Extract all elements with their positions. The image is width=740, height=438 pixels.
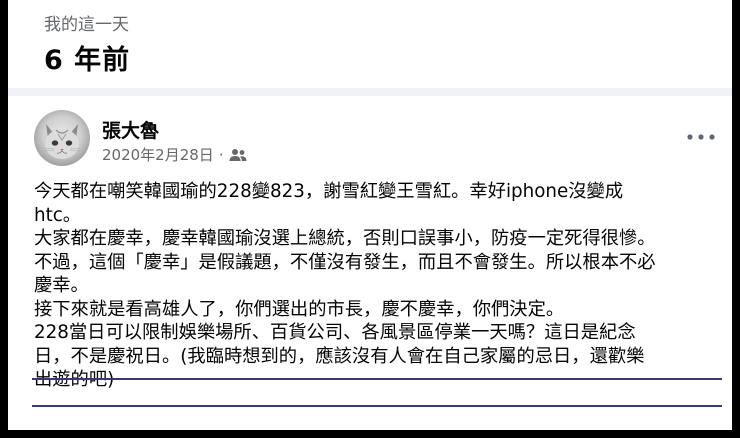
post-text: 今天都在嘲笑韓國瑜的228變823，謝雪紅變王雪紅。幸好iphone沒變成 ht… [34, 180, 724, 392]
highlight-underline [32, 378, 722, 380]
post-date[interactable]: 2020年2月28日 [102, 144, 214, 165]
memory-years-ago-title: 6 年前 [44, 45, 131, 76]
post-line: htc。 [34, 204, 82, 226]
highlight-underline [32, 405, 722, 407]
friends-icon[interactable] [229, 148, 247, 162]
post-line: 不過，這個「慶幸」是假議題，不僅沒有發生，而且不會發生。所以根本不必 [34, 251, 656, 273]
more-options-icon [687, 134, 715, 140]
post-card: 張大魯 2020年2月28日 · 今天都在嘲笑韓國瑜的228變823，謝雪紅變王… [8, 96, 732, 430]
post-line: 日，不是慶祝日。(我臨時想到的，應該沒有人會在自己家屬的忌日，還歡樂 [34, 345, 645, 367]
post-line: 慶幸。 [34, 275, 89, 296]
post-line: 大家都在慶幸，慶幸韓國瑜沒選上總統，否則口誤事小，防疫一定死得很慘。 [34, 228, 656, 249]
post-meta: 2020年2月28日 · [102, 144, 247, 165]
post-line: 接下來就是看高雄人了，你們選出的市長，慶不慶幸，你們決定。 [34, 298, 565, 320]
memory-label: 我的這一天 [44, 15, 129, 35]
author-name[interactable]: 張大魯 [102, 116, 159, 143]
cat-face-icon [43, 124, 81, 159]
more-options-button[interactable] [684, 128, 718, 146]
memory-header: 我的這一天 6 年前 [8, 0, 732, 88]
post-line: 228當日可以限制娛樂場所、百貨公司、各風景區停業一天嗎？這日是紀念 [34, 322, 636, 343]
screenshot-frame: 我的這一天 6 年前 張大魯 2020年2月28日 · 今天都在嘲笑韓國瑜的22… [8, 0, 732, 430]
avatar[interactable] [34, 110, 90, 166]
meta-separator: · [218, 145, 224, 164]
post-line: 今天都在嘲笑韓國瑜的228變823，謝雪紅變王雪紅。幸好iphone沒變成 [34, 181, 624, 202]
